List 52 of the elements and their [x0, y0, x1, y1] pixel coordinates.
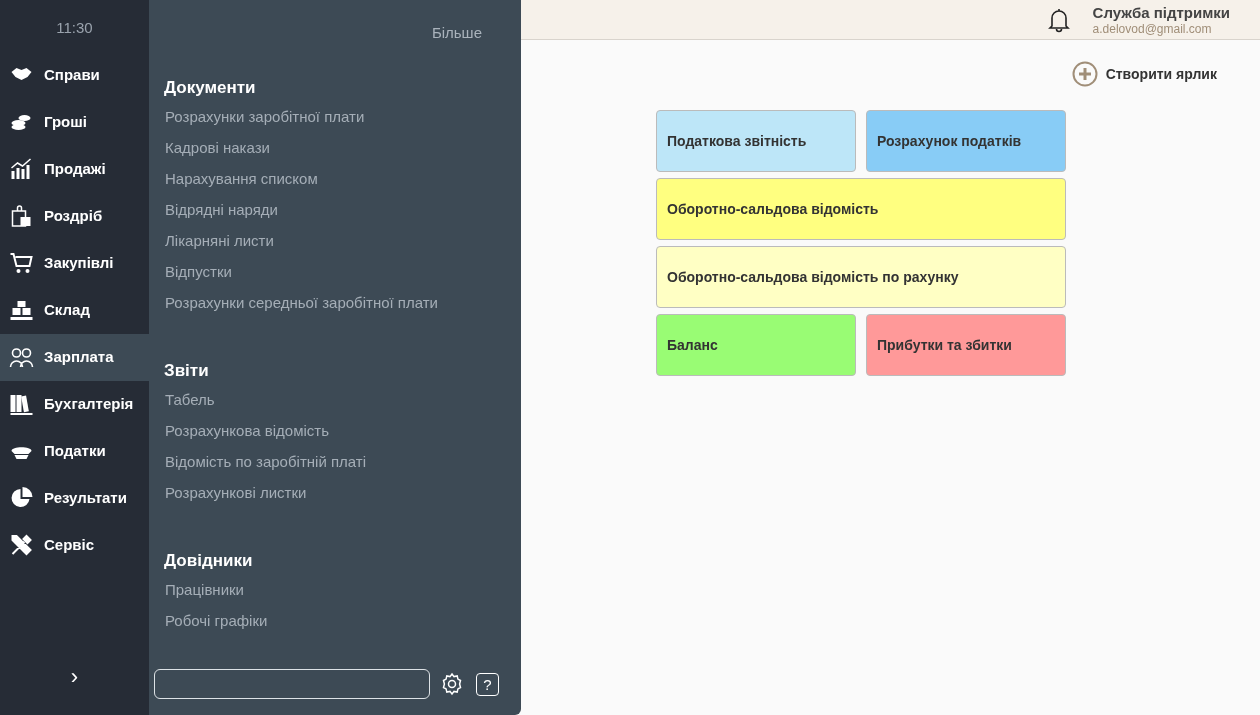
more-link[interactable]: Більше — [431, 22, 482, 45]
user-name: Служба підтримки — [1092, 3, 1230, 22]
shortcut-tile[interactable]: Оборотно-сальдова відомість по рахунку — [656, 246, 1066, 308]
nav-item[interactable]: Продажі — [0, 145, 149, 193]
menu-link[interactable]: Працівники — [164, 573, 244, 605]
menu-link[interactable]: Розрахункові листки — [164, 476, 307, 508]
user-email: a.delovod@gmail.com — [1092, 21, 1213, 36]
menu-link[interactable]: Нарахування списком — [164, 162, 318, 194]
settings-icon[interactable] — [440, 672, 464, 696]
nav-item[interactable]: Роздріб — [0, 192, 149, 240]
clock-time: 11:30 — [55, 18, 94, 38]
menu-link[interactable]: Розрахунки заробітної плати — [164, 100, 365, 132]
nav-item[interactable]: Справи — [0, 51, 149, 99]
shortcut-tile[interactable]: Прибутки та збитки — [866, 314, 1066, 376]
menu-link[interactable]: Розрахункова відомість — [164, 414, 329, 446]
shortcut-tile[interactable]: Податкова звітність — [656, 110, 856, 172]
nav-item[interactable]: Податки — [0, 427, 149, 475]
nav-item[interactable]: Закупівлі — [0, 239, 149, 287]
boxes-icon — [9, 298, 34, 322]
menu-link[interactable]: Відпустки — [164, 255, 232, 287]
menu-link[interactable]: Розрахунки середньої заробітної плати — [164, 286, 438, 318]
shortcut-tile[interactable]: Розрахунок податків — [866, 110, 1066, 172]
nav-item[interactable]: Бухгалтерія — [0, 380, 149, 428]
pie-chart-icon — [9, 486, 34, 510]
create-shortcut-button[interactable]: Створити ярлик — [1071, 61, 1217, 87]
nav-item[interactable]: Гроші — [0, 98, 149, 146]
nav-item[interactable]: Зарплата — [0, 333, 149, 381]
section-heading: Звіти — [164, 359, 210, 382]
menu-link[interactable]: Кадрові накази — [164, 131, 270, 163]
cart-icon — [9, 251, 34, 275]
help-button[interactable]: ? — [476, 672, 499, 696]
nav-item[interactable]: Сервіс — [0, 521, 149, 569]
shortcut-tile[interactable]: Оборотно-сальдова відомість — [656, 178, 1066, 240]
menu-link[interactable]: Лікарняні листи — [164, 224, 274, 256]
shopping-bag-icon — [9, 204, 34, 228]
people-icon — [9, 345, 34, 369]
section-heading: Довідники — [164, 549, 254, 572]
section-heading: Документи — [164, 76, 257, 99]
shortcut-tile[interactable]: Баланс — [656, 314, 856, 376]
chart-icon — [9, 157, 34, 181]
notification-bell-icon[interactable] — [1046, 6, 1071, 33]
menu-link[interactable]: Робочі графіки — [164, 604, 268, 636]
menu-link[interactable]: Табель — [164, 383, 215, 415]
menu-link[interactable]: Відрядні наряди — [164, 193, 278, 225]
expand-button[interactable]: › — [62, 660, 87, 693]
menu-link[interactable]: Відомість по заробітній платі — [164, 445, 366, 477]
search-field[interactable] — [154, 669, 430, 699]
nav-item[interactable]: Результати — [0, 474, 149, 522]
nav-item[interactable]: Склад — [0, 286, 149, 334]
plus-circle-icon — [1071, 61, 1098, 87]
books-icon — [9, 392, 34, 416]
tools-icon — [9, 533, 34, 557]
